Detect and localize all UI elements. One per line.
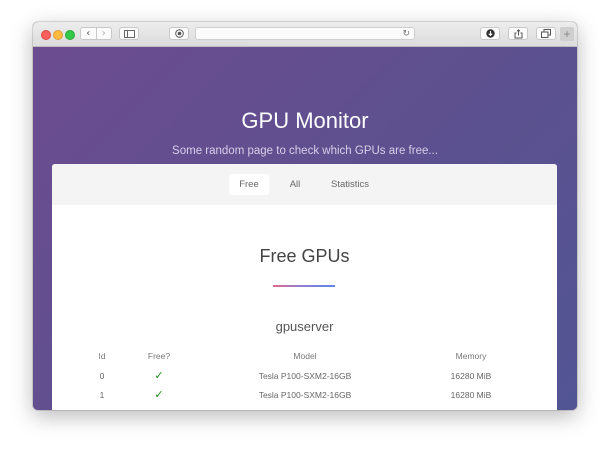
- gpu-model: Tesla P100-SXM2-16GB: [258, 390, 352, 400]
- tab-free[interactable]: Free: [229, 174, 269, 195]
- zoom-window-button[interactable]: [65, 30, 75, 40]
- gpu-model: Tesla P100-SXM2-16GB: [258, 371, 352, 381]
- gpu-id: 0: [99, 371, 105, 381]
- server-name: gpuserver: [275, 319, 334, 334]
- minimize-window-button[interactable]: [53, 30, 63, 40]
- heading-underline: [273, 285, 335, 287]
- tab-statistics[interactable]: Statistics: [322, 174, 378, 195]
- sidebar-toggle-button[interactable]: [119, 27, 139, 40]
- column-header-memory: Memory: [455, 351, 487, 361]
- nav-buttons: ‹ ›: [80, 27, 112, 40]
- privacy-icon: [174, 29, 184, 38]
- page-title: GPU Monitor: [241, 108, 369, 133]
- tabs-icon: [541, 29, 551, 38]
- page-content: GPU Monitor Some random page to check wh…: [33, 47, 577, 410]
- page-subtitle: Some random page to check which GPUs are…: [172, 145, 438, 157]
- new-tab-button[interactable]: +: [560, 27, 574, 41]
- main-card: Free All Statistics Free GPUs gpuserver …: [52, 164, 557, 410]
- address-bar[interactable]: ↻: [195, 27, 415, 40]
- back-icon[interactable]: ‹: [81, 28, 96, 39]
- tab-all[interactable]: All: [280, 174, 310, 195]
- column-header-free: Free?: [147, 351, 171, 361]
- download-icon: [485, 29, 495, 38]
- browser-window: ‹ › ↻ + GPU Monitor Some random page to …: [33, 22, 577, 410]
- downloads-button[interactable]: [480, 27, 500, 40]
- forward-icon[interactable]: ›: [95, 28, 112, 39]
- gpu-memory: 16280 MiB: [450, 390, 492, 400]
- column-header-id: Id: [98, 351, 106, 361]
- reload-icon[interactable]: ↻: [402, 28, 410, 40]
- tab-bar: Free All Statistics: [52, 164, 557, 205]
- sidebar-icon: [123, 29, 135, 38]
- share-icon: [514, 28, 522, 38]
- privacy-button[interactable]: [169, 27, 189, 40]
- column-header-model: Model: [293, 351, 317, 361]
- section-heading: Free GPUs: [259, 246, 350, 266]
- gpu-memory: 16280 MiB: [450, 371, 492, 381]
- close-window-button[interactable]: [41, 30, 51, 40]
- free-check-icon: ✓: [154, 369, 164, 382]
- share-button[interactable]: [508, 27, 528, 40]
- gpu-id: 1: [99, 390, 105, 400]
- free-check-icon: ✓: [154, 388, 164, 401]
- browser-toolbar: ‹ › ↻ +: [33, 22, 577, 47]
- tabs-overview-button[interactable]: [536, 27, 556, 40]
